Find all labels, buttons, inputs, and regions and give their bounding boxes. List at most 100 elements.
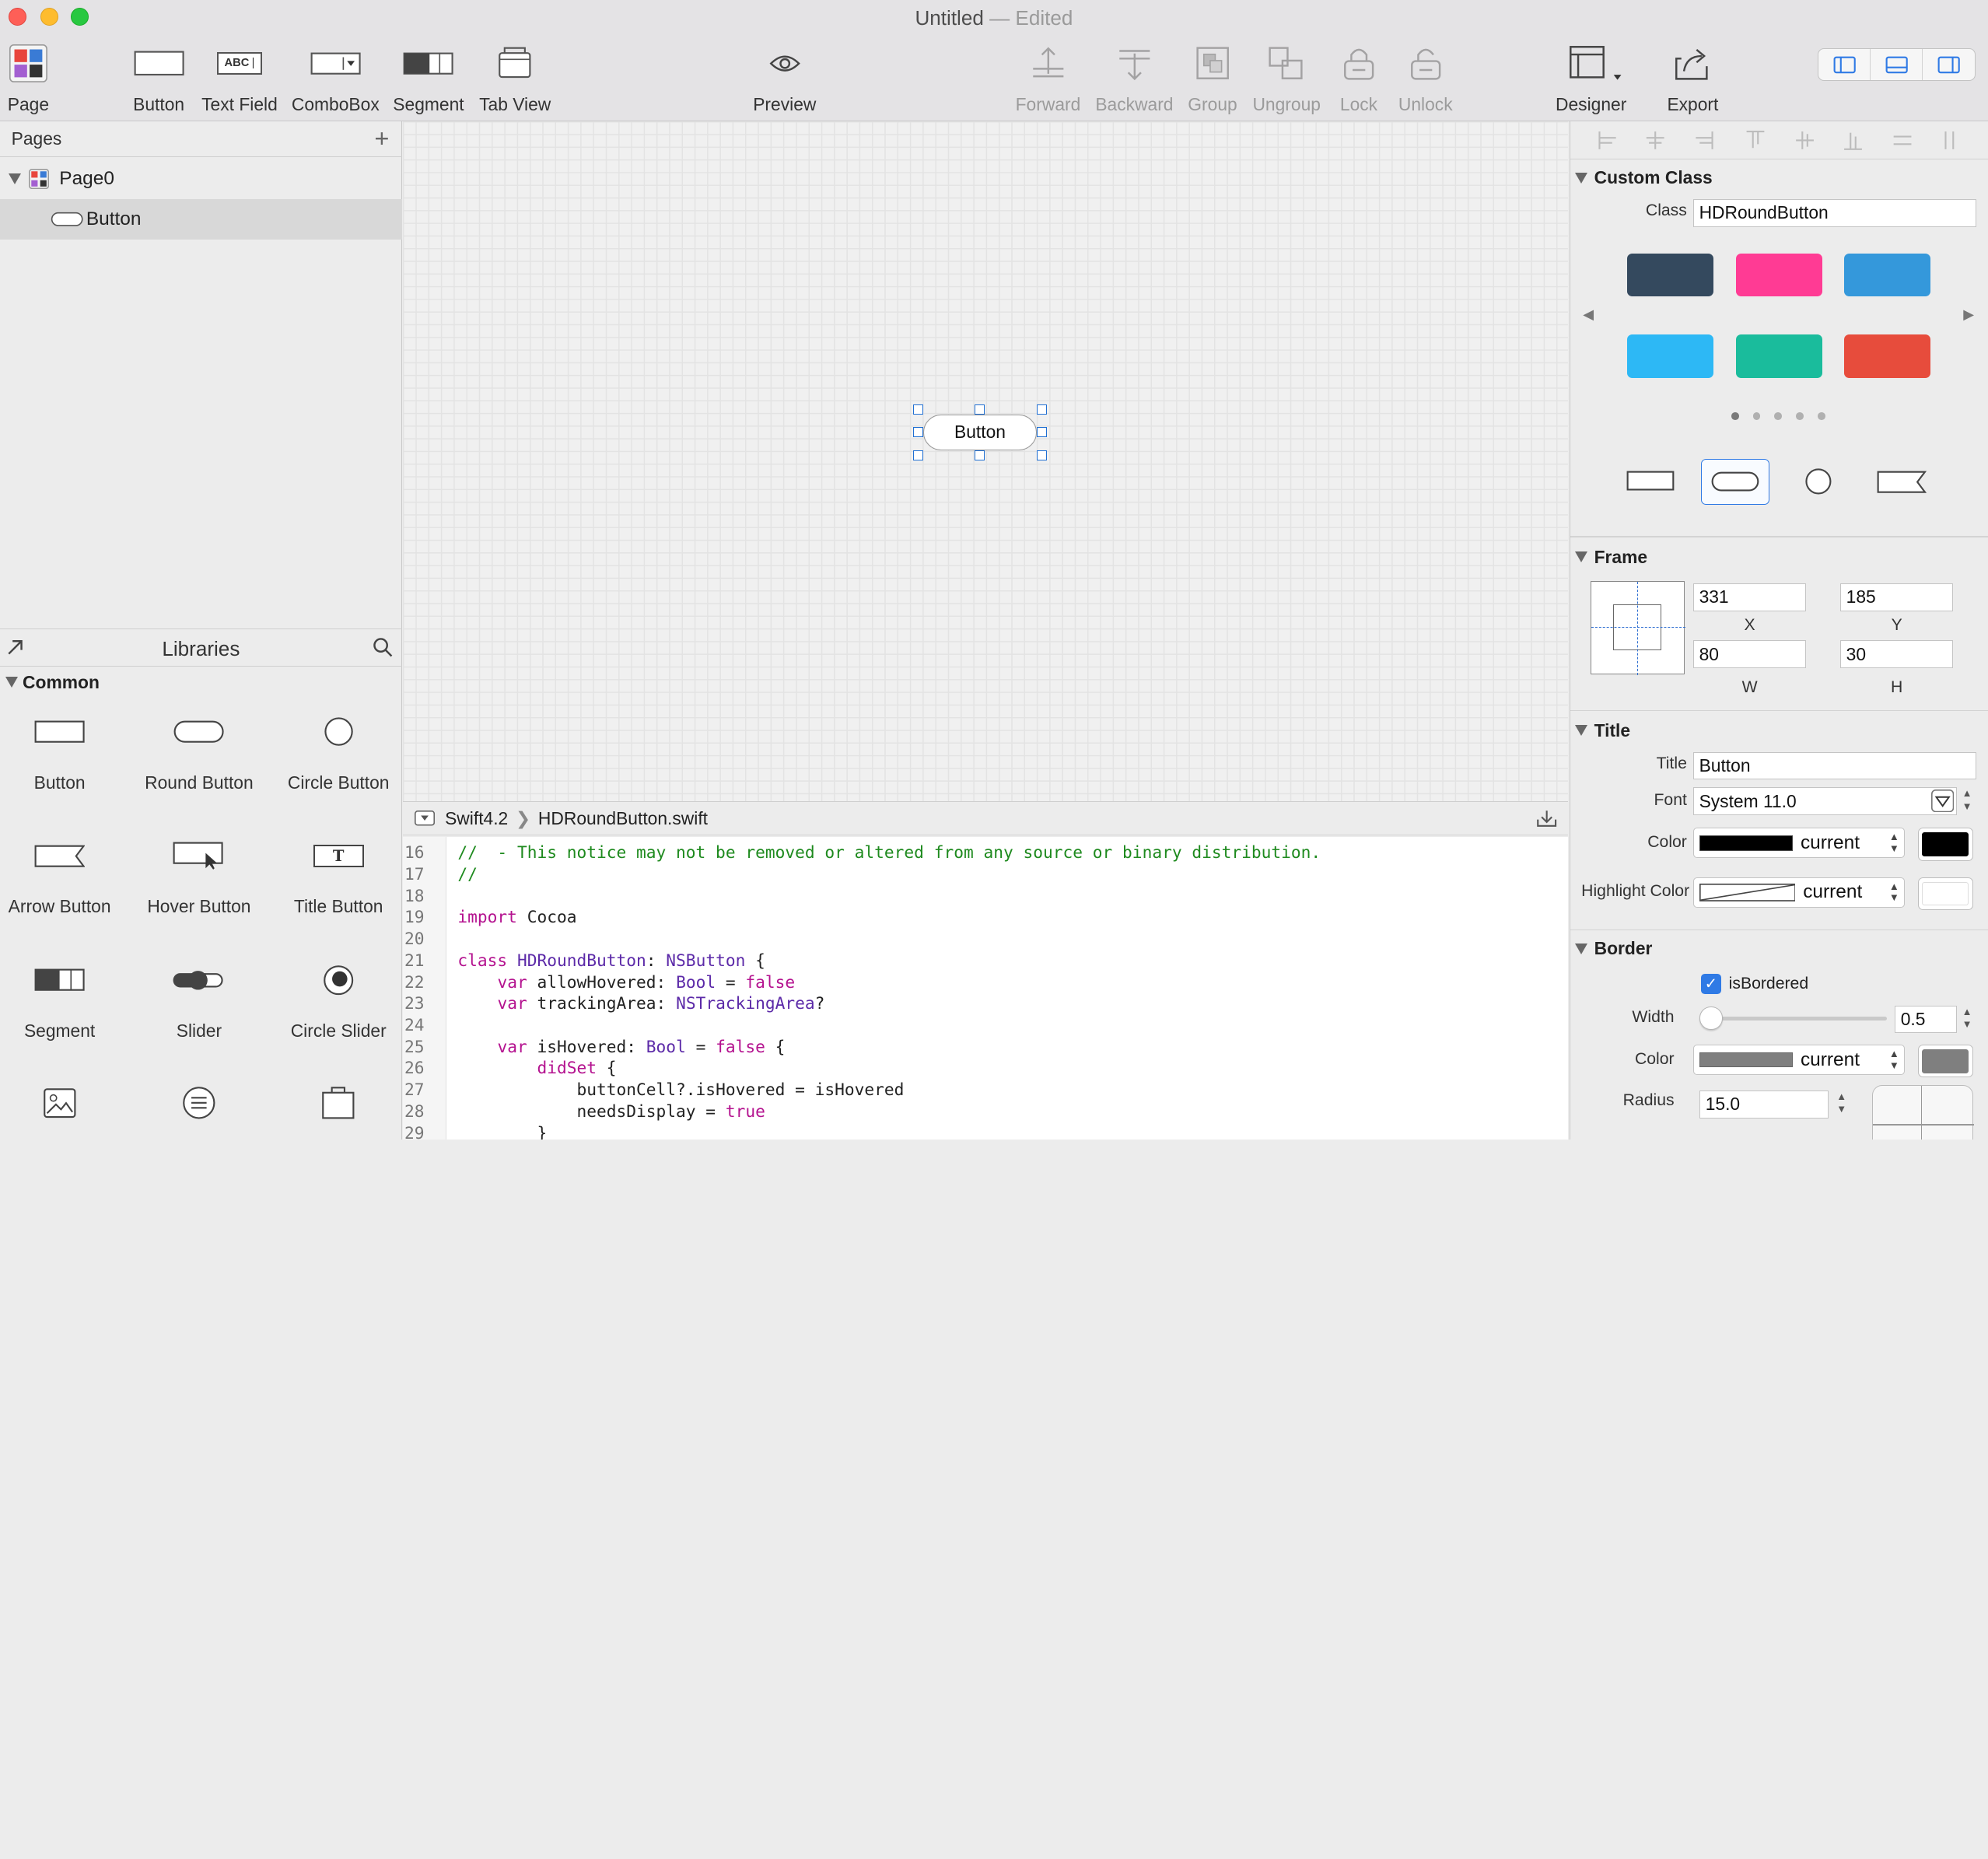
library-item-button[interactable]: Button xyxy=(0,709,129,793)
text-field-tool[interactable]: ABC | Text Field xyxy=(201,43,278,114)
library-item-hover-button[interactable]: Hover Button xyxy=(129,833,268,917)
tab-view-tool[interactable]: Tab View xyxy=(479,43,551,114)
lock-tool[interactable]: Lock xyxy=(1340,43,1377,114)
title-color-well[interactable] xyxy=(1917,828,1974,861)
page-tool[interactable]: Page xyxy=(8,43,49,114)
resize-handle-bottom[interactable] xyxy=(975,450,985,460)
page-dot[interactable] xyxy=(1817,411,1825,420)
disclosure-triangle-icon[interactable] xyxy=(9,173,22,184)
page-dot[interactable] xyxy=(1731,411,1739,420)
section-frame[interactable]: Frame xyxy=(1575,547,1647,568)
segment-tool[interactable]: Segment xyxy=(393,43,464,114)
code-editor[interactable]: 16// - This notice may not be removed or… xyxy=(403,836,1569,1140)
library-item-image-view[interactable] xyxy=(0,1080,129,1126)
tree-item-page0[interactable]: Page0 xyxy=(0,159,402,199)
border-width-slider-thumb[interactable] xyxy=(1699,1007,1723,1030)
backward-tool[interactable]: Backward xyxy=(1095,43,1173,114)
highlight-color-well[interactable] xyxy=(1917,877,1974,911)
resize-handle-bottom-right[interactable] xyxy=(1037,450,1048,460)
font-picker-dropdown-icon[interactable] xyxy=(1930,789,1954,813)
resize-handle-top-right[interactable] xyxy=(1037,404,1048,415)
page-dot[interactable] xyxy=(1796,411,1804,420)
canvas-round-button[interactable]: Button xyxy=(922,414,1038,450)
add-page-button[interactable]: + xyxy=(374,125,389,151)
shape-arrow-option[interactable] xyxy=(1877,471,1927,493)
border-width-stepper[interactable]: ▲ ▼ xyxy=(1959,1006,1975,1034)
title-color-popup[interactable]: current ▲ ▼ xyxy=(1693,828,1906,859)
combobox-tool[interactable]: ComboBox xyxy=(292,43,380,114)
shape-round-option-selected[interactable] xyxy=(1700,459,1769,505)
resize-handle-left[interactable] xyxy=(912,427,923,438)
library-section-common[interactable]: Common xyxy=(5,672,100,693)
font-field[interactable]: System 11.0 xyxy=(1693,787,1958,816)
library-item-list-view[interactable] xyxy=(129,1080,268,1126)
frame-height-field[interactable]: 30 xyxy=(1840,640,1954,668)
button-tool[interactable]: Button xyxy=(133,43,184,114)
toggle-left-panel-button[interactable] xyxy=(1818,48,1871,81)
toggle-right-panel-button[interactable] xyxy=(1923,49,1974,80)
library-item-round-button[interactable]: Round Button xyxy=(129,709,268,793)
library-item-circle-button[interactable]: Circle Button xyxy=(269,709,408,793)
highlight-color-popup[interactable]: current ▲ ▼ xyxy=(1693,877,1906,908)
font-size-stepper[interactable]: ▲ ▼ xyxy=(1959,787,1975,815)
library-item-circle-slider[interactable]: Circle Slider xyxy=(269,958,408,1042)
library-item-slider[interactable]: Slider xyxy=(129,958,268,1042)
breadcrumb-file[interactable]: HDRoundButton.swift xyxy=(538,808,708,829)
checkmark-icon[interactable]: ✓ xyxy=(1700,973,1721,994)
line-number: 24 xyxy=(404,1014,425,1035)
theme-swatch-5[interactable] xyxy=(1736,334,1823,378)
frame-anchor-widget[interactable] xyxy=(1591,580,1685,676)
library-item-segment[interactable]: Segment xyxy=(0,958,129,1042)
frame-y-field[interactable]: 185 xyxy=(1840,583,1954,611)
resize-handle-top[interactable] xyxy=(975,404,985,415)
library-item-arrow-button[interactable]: Arrow Button xyxy=(0,833,129,917)
editor-menu-icon[interactable] xyxy=(414,810,436,826)
section-custom-class[interactable]: Custom Class xyxy=(1575,167,1713,188)
page-dot[interactable] xyxy=(1774,411,1783,420)
forward-tool[interactable]: Forward xyxy=(1016,43,1080,114)
group-tool[interactable]: Group xyxy=(1188,43,1237,114)
section-title[interactable]: Title xyxy=(1575,720,1630,741)
download-icon[interactable] xyxy=(1535,808,1558,828)
theme-swatch-6[interactable] xyxy=(1844,334,1930,378)
resize-handle-right[interactable] xyxy=(1037,427,1048,438)
border-color-popup[interactable]: current ▲ ▼ xyxy=(1693,1045,1906,1076)
frame-x-field[interactable]: 331 xyxy=(1693,583,1807,611)
tree-item-button[interactable]: Button xyxy=(0,198,402,240)
border-color-well[interactable] xyxy=(1917,1045,1974,1078)
border-width-slider-track[interactable] xyxy=(1702,1017,1888,1021)
theme-swatch-4[interactable] xyxy=(1627,334,1714,378)
preview-tool[interactable]: Preview xyxy=(753,43,816,114)
search-icon[interactable] xyxy=(373,637,393,657)
class-name-field[interactable]: HDRoundButton xyxy=(1693,198,1976,227)
theme-swatch-1[interactable] xyxy=(1627,253,1714,297)
page-dot[interactable] xyxy=(1752,411,1761,420)
swatch-prev-arrow-icon[interactable]: ◀ xyxy=(1583,306,1594,323)
design-canvas[interactable]: Button xyxy=(403,121,1569,802)
resize-handle-top-left[interactable] xyxy=(912,404,923,415)
theme-swatch-3[interactable] xyxy=(1844,253,1930,297)
panel-toggle-segment[interactable] xyxy=(1818,47,1976,82)
library-item-tab-view[interactable] xyxy=(269,1080,408,1126)
ungroup-tool[interactable]: Ungroup xyxy=(1252,43,1321,114)
border-width-field[interactable]: 0.5 xyxy=(1895,1005,1958,1034)
is-bordered-checkbox[interactable]: ✓ isBordered xyxy=(1700,973,1808,994)
border-radius-stepper[interactable]: ▲ ▼ xyxy=(1834,1091,1850,1119)
frame-width-field[interactable]: 80 xyxy=(1693,640,1807,668)
breadcrumb-language[interactable]: Swift4.2 xyxy=(445,808,508,829)
section-border[interactable]: Border xyxy=(1575,938,1652,959)
theme-swatch-2[interactable] xyxy=(1736,253,1823,297)
border-radius-field[interactable]: 15.0 xyxy=(1699,1090,1829,1119)
tree-item-label: Button xyxy=(86,208,142,229)
swatch-next-arrow-icon[interactable]: ▶ xyxy=(1963,306,1974,323)
resize-handle-bottom-left[interactable] xyxy=(912,450,923,460)
corner-radius-preview[interactable] xyxy=(1871,1085,1975,1140)
title-text-field[interactable]: Button xyxy=(1693,751,1976,780)
export-tool[interactable]: Export xyxy=(1667,43,1718,114)
shape-circle-option[interactable] xyxy=(1804,467,1832,495)
shape-rect-option[interactable] xyxy=(1625,467,1675,493)
designer-tool[interactable]: Designer xyxy=(1556,43,1626,114)
library-item-title-button[interactable]: T Title Button xyxy=(269,833,408,917)
toggle-bottom-panel-button[interactable] xyxy=(1871,48,1923,81)
unlock-tool[interactable]: Unlock xyxy=(1398,43,1453,114)
